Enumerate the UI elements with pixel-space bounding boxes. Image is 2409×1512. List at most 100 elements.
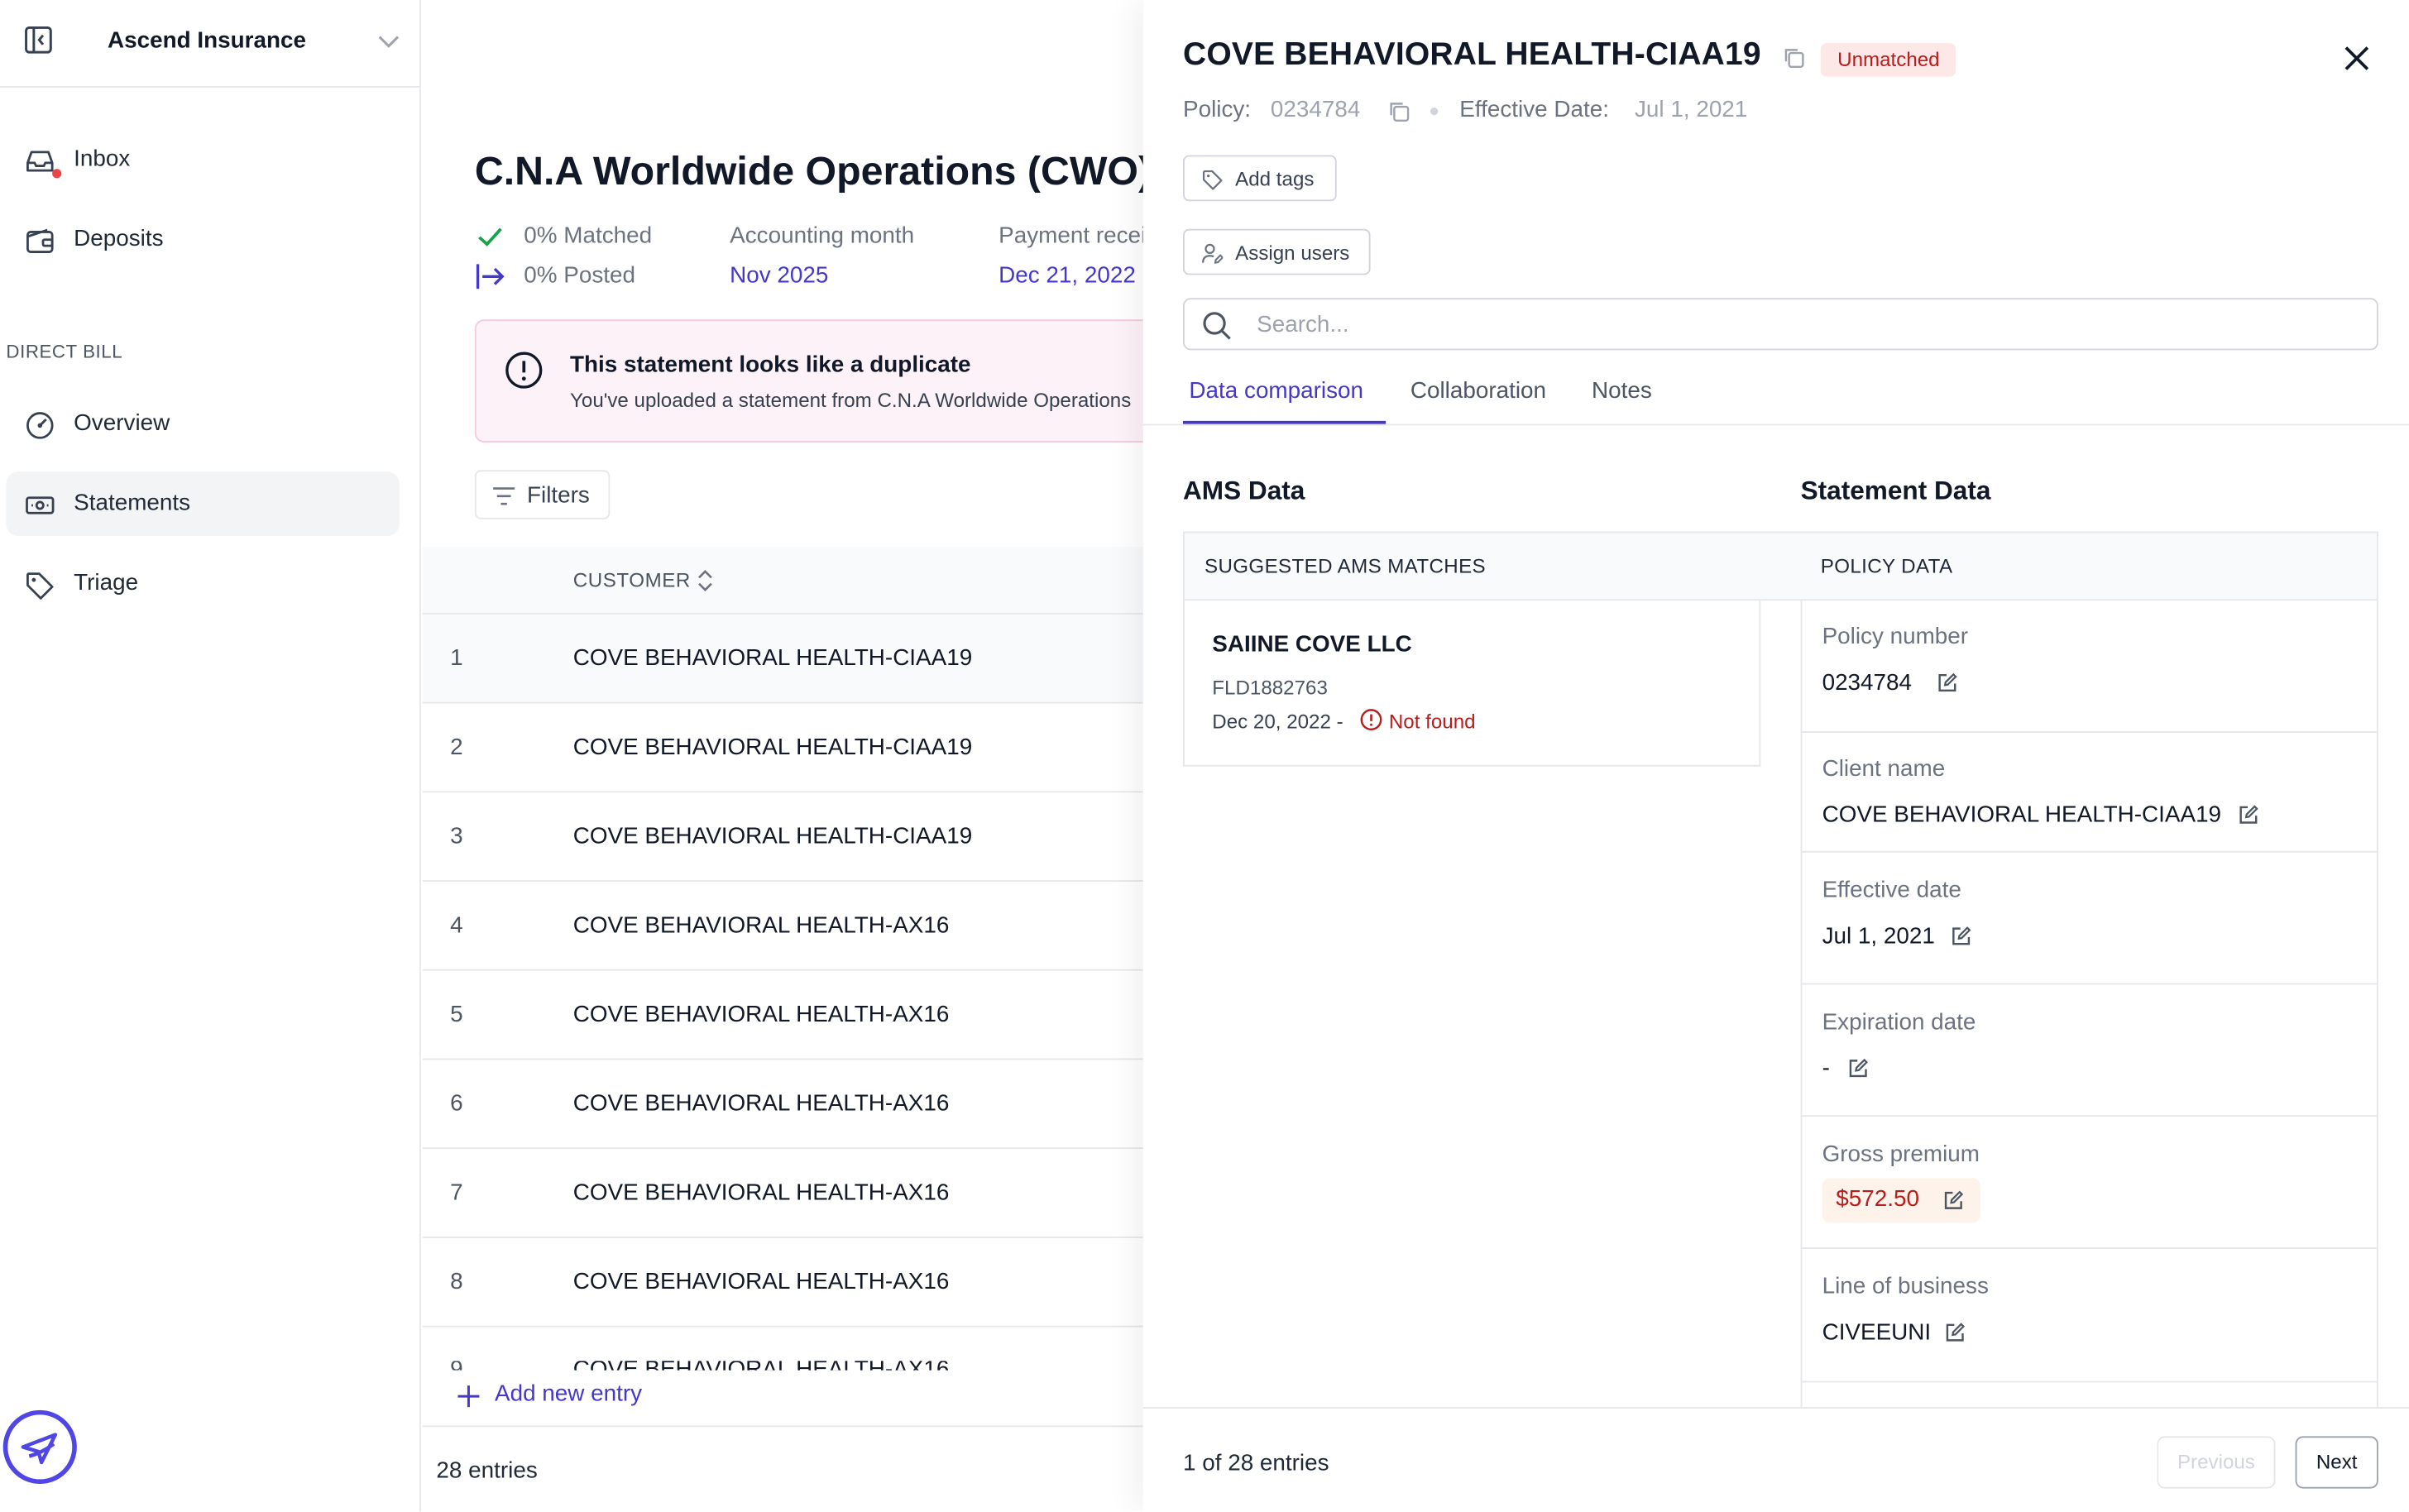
sidebar: Ascend Insurance Inbox Deposits DIRECT B… (0, 0, 421, 1512)
field-value: - (1822, 1055, 1830, 1082)
tab-notes[interactable]: Notes (1592, 378, 1652, 404)
policy-data-column: Policy number 0234784 Client name COVE B… (1800, 599, 2378, 1408)
field-label: Line of business (1822, 1273, 1989, 1300)
inbox-icon (26, 151, 54, 172)
row-customer: COVE BEHAVIORAL HEALTH-AX16 (572, 1269, 950, 1295)
row-customer: COVE BEHAVIORAL HEALTH-AX16 (572, 1001, 950, 1028)
sidebar-item-overview[interactable]: Overview (6, 392, 399, 457)
alert-circle-icon (1360, 709, 1382, 730)
sidebar-item-triage[interactable]: Triage (6, 552, 399, 616)
field-label: Policy number (1822, 624, 1969, 650)
edit-icon[interactable] (1943, 1190, 1964, 1210)
section-label-direct-bill: DIRECT BILL (6, 341, 123, 363)
row-customer: COVE BEHAVIORAL HEALTH-AX16 (573, 1361, 950, 1370)
search-icon (1203, 312, 1231, 340)
row-number: 9 (450, 1361, 462, 1370)
field-policy-number: Policy number 0234784 (1802, 599, 2378, 733)
ams-match-date: Dec 20, 2022 - (1212, 710, 1343, 733)
gauge-icon (26, 412, 54, 439)
edit-icon[interactable] (1848, 1058, 1869, 1079)
ams-match-card[interactable]: SAIINE COVE LLC FLD1882763 Dec 20, 2022 … (1183, 599, 1761, 767)
row-customer: COVE BEHAVIORAL HEALTH-AX16 (572, 1179, 950, 1206)
accounting-month-label: Accounting month (730, 222, 915, 249)
ams-match-code: FLD1882763 (1212, 676, 1328, 700)
wallet-icon (26, 228, 54, 253)
notification-dot (52, 169, 62, 179)
ams-data-heading: AMS Data (1183, 476, 1305, 506)
copy-icon[interactable] (1387, 100, 1410, 123)
panel-pagination: 1 of 28 entries Previous Next (1142, 1407, 2409, 1512)
field-label: Expiration date (1822, 1009, 1976, 1036)
accounting-month-value[interactable]: Nov 2025 (730, 263, 828, 289)
separator-dot (1430, 108, 1439, 116)
org-name: Ascend Insurance (108, 27, 306, 55)
effective-date-value: Jul 1, 2021 (1635, 97, 1748, 123)
edit-icon[interactable] (1945, 1323, 1966, 1342)
sidebar-item-statements[interactable]: Statements (6, 471, 400, 537)
edit-icon[interactable] (1937, 672, 1957, 692)
field-effective-date: Effective date Jul 1, 2021 (1802, 853, 2378, 985)
add-tags-label: Add tags (1235, 167, 1315, 191)
row-number: 7 (450, 1179, 463, 1206)
next-button[interactable]: Next (2295, 1436, 2378, 1489)
edit-icon[interactable] (1952, 926, 1971, 946)
row-customer: COVE BEHAVIORAL HEALTH-CIAA19 (572, 734, 973, 761)
sidebar-collapse-icon[interactable] (25, 26, 52, 54)
tag-icon (1202, 170, 1223, 190)
plus-icon (457, 1385, 480, 1408)
sidebar-item-label: Deposits (74, 226, 164, 252)
row-customer: COVE BEHAVIORAL HEALTH-CIAA19 (572, 645, 973, 672)
field-label: Effective date (1822, 877, 1961, 904)
check-icon (478, 227, 502, 246)
chevron-down-icon[interactable] (378, 34, 400, 50)
status-badge: Unmatched (1820, 43, 1957, 77)
close-icon[interactable] (2341, 43, 2372, 74)
row-number: 5 (450, 1001, 463, 1028)
arrow-right-to-line-icon (476, 264, 505, 289)
policy-value: 0234784 (1270, 97, 1361, 123)
banknote-icon (26, 496, 55, 514)
tab-data-comparison[interactable]: Data comparison (1189, 378, 1363, 404)
row-number: 6 (450, 1090, 463, 1117)
add-new-entry-label: Add new entry (495, 1380, 643, 1408)
add-tags-button[interactable]: Add tags (1183, 155, 1337, 202)
row-customer: COVE BEHAVIORAL HEALTH-AX16 (572, 1090, 950, 1117)
brand-logo-icon[interactable] (2, 1409, 77, 1485)
filters-button[interactable]: Filters (474, 470, 611, 519)
field-client-name: Client name COVE BEHAVIORAL HEALTH-CIAA1… (1802, 733, 2378, 853)
copy-icon[interactable] (1782, 46, 1805, 69)
field-expiration-date: Expiration date - (1802, 984, 2378, 1117)
alert-description: You've uploaded a statement from C.N.A W… (570, 388, 1132, 412)
sidebar-item-label: Inbox (74, 146, 131, 173)
org-switcher[interactable]: Ascend Insurance (0, 0, 421, 88)
sidebar-item-inbox[interactable]: Inbox (6, 127, 399, 192)
active-tab-indicator (1183, 420, 1386, 424)
search-input[interactable]: Search... (1183, 298, 2378, 351)
statement-data-heading: Statement Data (1800, 476, 1991, 506)
entries-count: 28 entries (436, 1457, 538, 1485)
field-gross-premium: Gross premium $572.50 (1802, 1117, 2378, 1249)
suggested-matches-header: SUGGESTED AMS MATCHES (1204, 554, 1487, 578)
user-pen-icon (1202, 243, 1224, 264)
ams-match-name: SAIINE COVE LLC (1212, 631, 1412, 658)
policy-data-header: POLICY DATA (1820, 554, 1953, 578)
row-number: 1 (450, 645, 463, 672)
tab-collaboration[interactable]: Collaboration (1410, 378, 1546, 404)
page-title: C.N.A Worldwide Operations (CWO) (474, 147, 1152, 194)
posted-stat: 0% Posted (524, 262, 636, 289)
row-number: 2 (450, 734, 463, 761)
effective-date-label: Effective Date: (1459, 97, 1609, 123)
sort-icon[interactable] (696, 567, 714, 594)
sidebar-item-deposits[interactable]: Deposits (6, 208, 399, 272)
payment-received-value[interactable]: Dec 21, 2022 (999, 263, 1136, 289)
policy-label: Policy: (1183, 97, 1252, 123)
premium-highlight: $572.50 (1822, 1178, 1980, 1223)
filter-lines-icon (493, 487, 515, 505)
edit-icon[interactable] (2239, 805, 2258, 825)
row-number: 4 (450, 912, 463, 939)
previous-button[interactable]: Previous (2157, 1436, 2276, 1489)
sidebar-item-label: Overview (74, 409, 170, 437)
assign-users-button[interactable]: Assign users (1183, 228, 1371, 275)
column-header-customer[interactable]: CUSTOMER (573, 568, 691, 591)
assign-users-label: Assign users (1235, 241, 1350, 265)
